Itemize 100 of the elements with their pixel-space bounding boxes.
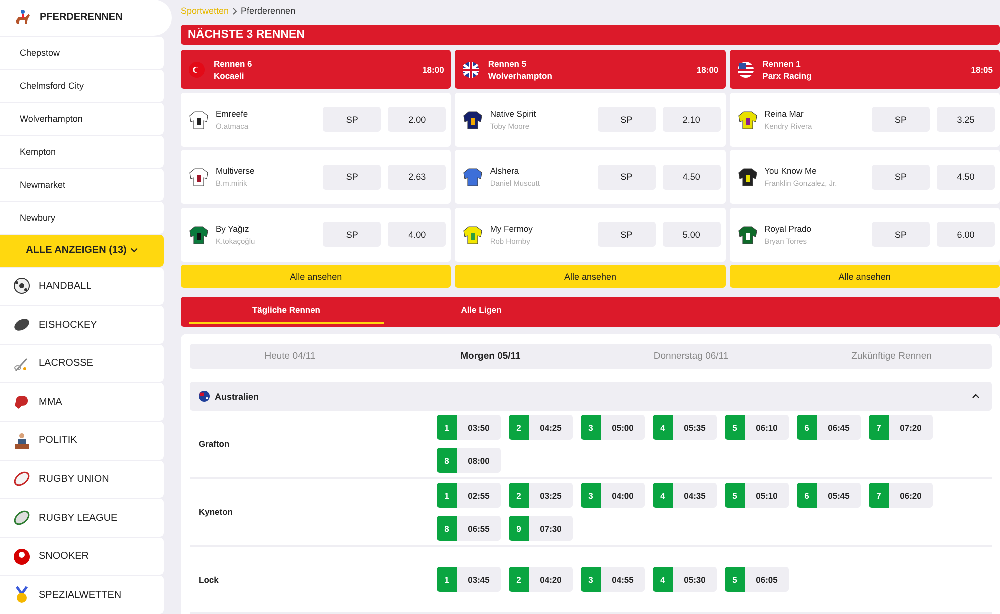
- race-header[interactable]: Rennen 6 Kocaeli 18:00: [181, 50, 452, 90]
- sidebar-item[interactable]: SPEZIALWETTEN: [0, 576, 164, 614]
- union-flag-icon: [463, 62, 480, 78]
- sidebar-item[interactable]: HANDBALL: [0, 268, 164, 306]
- jockey-on-horse-icon: [14, 8, 32, 27]
- race-time-chip[interactable]: 6 06:45: [797, 415, 861, 440]
- sport-label: MMA: [39, 396, 62, 408]
- tab[interactable]: Alle Ligen: [384, 297, 579, 324]
- race-time-chip[interactable]: 4 04:35: [653, 483, 717, 508]
- race-header[interactable]: Rennen 5 Wolverhampton 18:00: [455, 50, 726, 90]
- sport-label: RUGBY UNION: [39, 474, 110, 485]
- sidebar-header[interactable]: PFERDERENNEN: [0, 0, 172, 36]
- race-time-chip[interactable]: 2 04:20: [509, 567, 573, 592]
- sp-button[interactable]: SP: [872, 107, 930, 132]
- boxing-glove-icon: [13, 393, 31, 412]
- sidebar-item[interactable]: POLITIK: [0, 422, 164, 460]
- sp-button[interactable]: SP: [872, 164, 930, 190]
- sidebar-item[interactable]: EISHOCKEY: [0, 306, 164, 344]
- race-time-chip[interactable]: 1 03:50: [437, 415, 501, 440]
- race-time-chip[interactable]: 5 05:10: [725, 483, 789, 508]
- odds-button[interactable]: 2.63: [388, 164, 446, 190]
- region-name: Australien: [215, 392, 260, 402]
- odds-button[interactable]: 4.50: [662, 164, 721, 190]
- race-time-chip[interactable]: 8 06:55: [437, 516, 501, 541]
- chevron-down-icon: [130, 248, 138, 254]
- sport-label: HANDBALL: [39, 280, 92, 292]
- view-all-button[interactable]: Alle ansehen: [181, 265, 452, 288]
- ball-icon: [13, 277, 31, 296]
- sport-label: LACROSSE: [39, 358, 94, 370]
- sidebar-item[interactable]: Newbury: [0, 202, 164, 234]
- sidebar-item[interactable]: Wolverhampton: [0, 102, 164, 135]
- sidebar-item[interactable]: RUGBY UNION: [0, 460, 164, 498]
- race-time-chip[interactable]: 5 06:10: [725, 415, 789, 440]
- race-time-chip[interactable]: 5 06:05: [725, 567, 789, 592]
- odds-button[interactable]: 5.00: [662, 222, 721, 248]
- odds-button[interactable]: 6.00: [937, 222, 995, 248]
- odds-button[interactable]: 3.25: [937, 107, 995, 132]
- sidebar-item[interactable]: LACROSSE: [0, 344, 164, 382]
- sidebar-header-label: PFERDERENNEN: [40, 12, 123, 24]
- sidebar-item[interactable]: Chelmsford City: [0, 70, 164, 102]
- race-time-chip[interactable]: 1 02:55: [437, 483, 501, 508]
- jockey-silks-icon: [189, 167, 209, 188]
- sidebar-item[interactable]: RUGBY LEAGUE: [0, 499, 164, 537]
- sp-button[interactable]: SP: [598, 164, 656, 190]
- race-time-chip[interactable]: 7 07:20: [869, 415, 933, 440]
- odds-button[interactable]: 2.00: [388, 107, 446, 132]
- race-time-chip[interactable]: 1 03:45: [437, 567, 501, 592]
- race-header[interactable]: Rennen 1 Parx Racing 18:05: [730, 50, 1000, 90]
- race-time-chip[interactable]: 3 04:55: [581, 567, 645, 592]
- sport-label: POLITIK: [39, 435, 78, 446]
- sidebar-item[interactable]: Kempton: [0, 136, 164, 168]
- sidebar-item[interactable]: Chepstow: [0, 36, 164, 69]
- stars-and-stripes-flag-icon: [738, 62, 754, 78]
- rugby-ball-icon: [13, 470, 31, 488]
- odds-button[interactable]: 4.00: [388, 222, 446, 248]
- jockey-silks-icon: [463, 167, 484, 188]
- chevron-up-icon[interactable]: [972, 394, 980, 399]
- race-number: Rennen 1: [762, 58, 802, 70]
- odds-button[interactable]: 2.10: [662, 107, 721, 132]
- sidebar-item[interactable]: MMA: [0, 383, 164, 422]
- race-time: 18:00: [696, 64, 719, 76]
- southern-cross-flag-icon: [199, 391, 210, 402]
- race-time-chip[interactable]: 9 07:30: [509, 516, 573, 541]
- speaker-at-podium-icon: [13, 432, 31, 450]
- snooker-ball-icon: [13, 548, 31, 566]
- sp-button[interactable]: SP: [598, 107, 656, 132]
- race-time-chip[interactable]: 4 05:35: [653, 415, 717, 440]
- section-title: NÄCHSTE 3 RENNEN: [181, 24, 1000, 46]
- race-time-chip[interactable]: 3 05:00: [581, 415, 645, 440]
- race-time-chip[interactable]: 4 05:30: [653, 567, 717, 592]
- odds-button[interactable]: 4.50: [937, 164, 995, 190]
- view-all-button[interactable]: Alle ansehen: [455, 265, 726, 288]
- chevron-right-icon: [233, 8, 238, 15]
- race-time-chip[interactable]: 8 08:00: [437, 448, 501, 473]
- show-all-button[interactable]: ALLE ANZEIGEN (13): [0, 234, 164, 267]
- day-tab[interactable]: Morgen 05/11: [390, 344, 591, 369]
- race-time-chip[interactable]: 3 04:00: [581, 483, 645, 508]
- race-time-chip[interactable]: 6 05:45: [797, 483, 861, 508]
- sp-button[interactable]: SP: [872, 222, 930, 248]
- race-track: Wolverhampton: [488, 70, 554, 82]
- meeting-name: Lock: [198, 574, 220, 584]
- sp-button[interactable]: SP: [323, 222, 382, 248]
- race-time: 18:05: [971, 64, 993, 76]
- race-time-chip[interactable]: 2 03:25: [509, 483, 573, 508]
- sidebar-item[interactable]: SNOOKER: [0, 538, 164, 576]
- crescent-flag-icon: [189, 62, 205, 78]
- tab[interactable]: Tägliche Rennen: [189, 297, 384, 324]
- horse-name: Royal Prado: [764, 222, 812, 236]
- horse-name: Reina Mar: [764, 108, 805, 121]
- sp-button[interactable]: SP: [323, 164, 382, 190]
- race-track: Kocaeli: [214, 70, 246, 82]
- region-header[interactable]: Australien: [190, 382, 992, 411]
- race-time-chip[interactable]: 2 04:25: [509, 415, 573, 440]
- sp-button[interactable]: SP: [598, 222, 656, 248]
- meeting-name: Kyneton: [198, 507, 234, 517]
- sidebar-item[interactable]: Newmarket: [0, 168, 164, 201]
- sport-label: SNOOKER: [39, 551, 90, 562]
- view-all-button[interactable]: Alle ansehen: [730, 265, 1000, 288]
- sp-button[interactable]: SP: [323, 107, 382, 132]
- race-time-chip[interactable]: 7 06:20: [869, 483, 933, 508]
